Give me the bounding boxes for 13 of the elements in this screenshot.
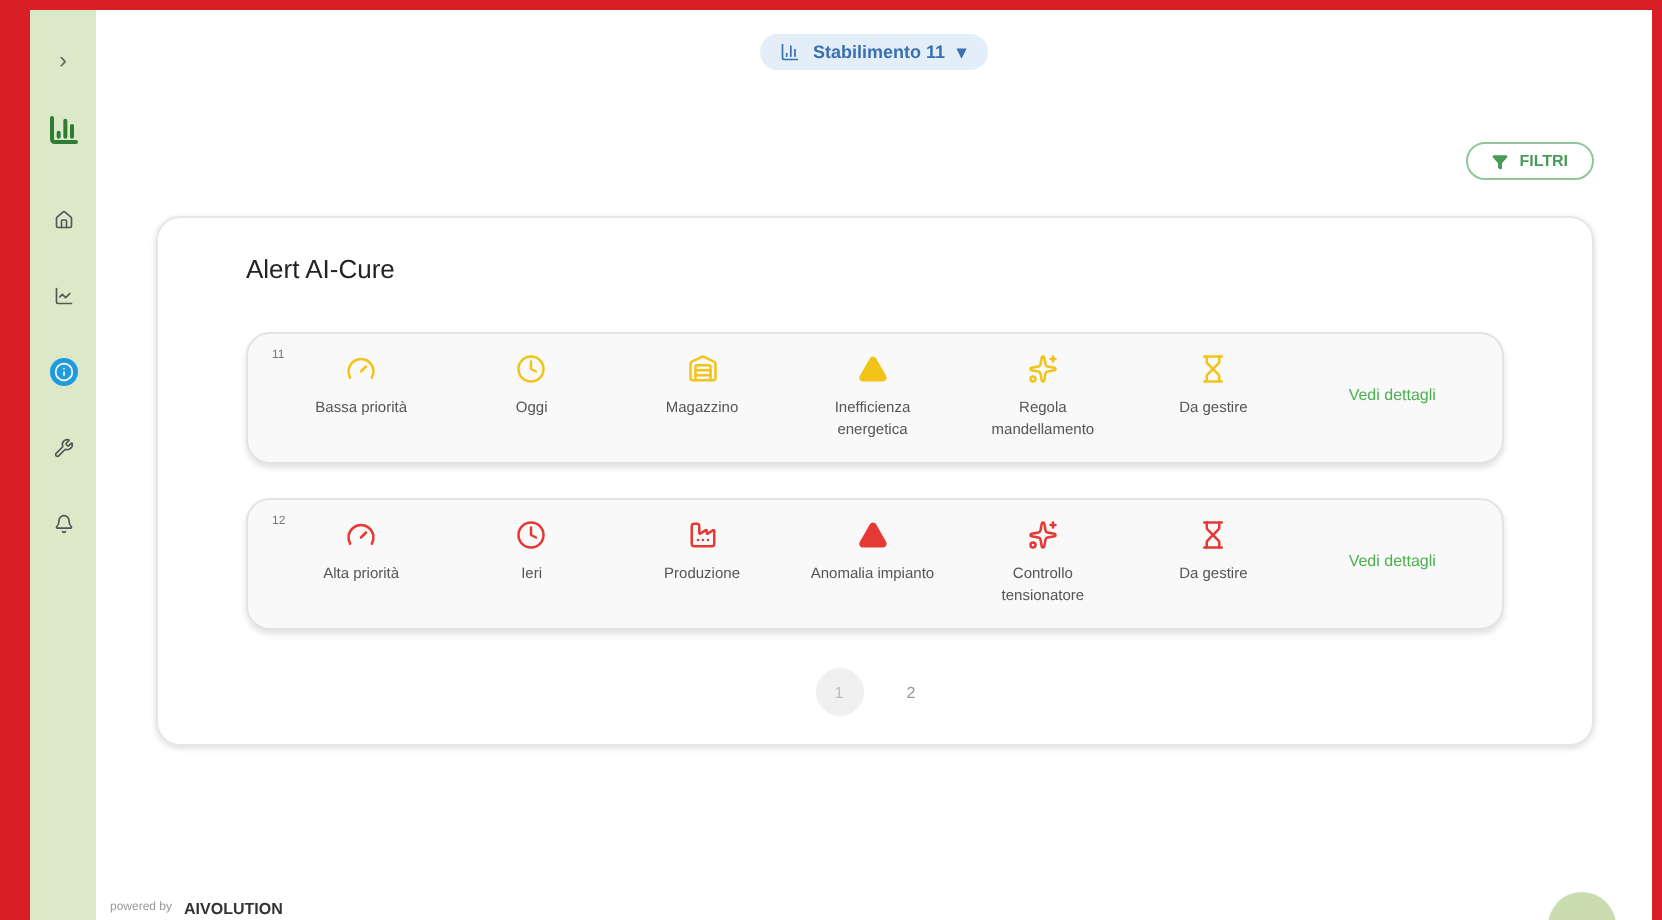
chart-icon: [780, 42, 801, 62]
page-button[interactable]: 2: [887, 668, 935, 716]
expand-sidebar-button[interactable]: ›: [59, 46, 67, 74]
card-title: Alert AI-Cure: [246, 254, 397, 284]
logo-icon: [47, 114, 79, 146]
details-link[interactable]: Vedi dettagli: [1348, 551, 1436, 569]
brand-logo: AIVOLUTION: [184, 899, 283, 917]
details-link[interactable]: Vedi dettagli: [1348, 385, 1436, 403]
plant-selector[interactable]: Stabilimento 11 ▾: [760, 34, 988, 70]
info-icon[interactable]: [49, 358, 77, 386]
filter-icon: [1491, 153, 1508, 169]
filter-button[interactable]: FILTRI: [1465, 142, 1594, 180]
wrench-icon[interactable]: [49, 434, 77, 462]
